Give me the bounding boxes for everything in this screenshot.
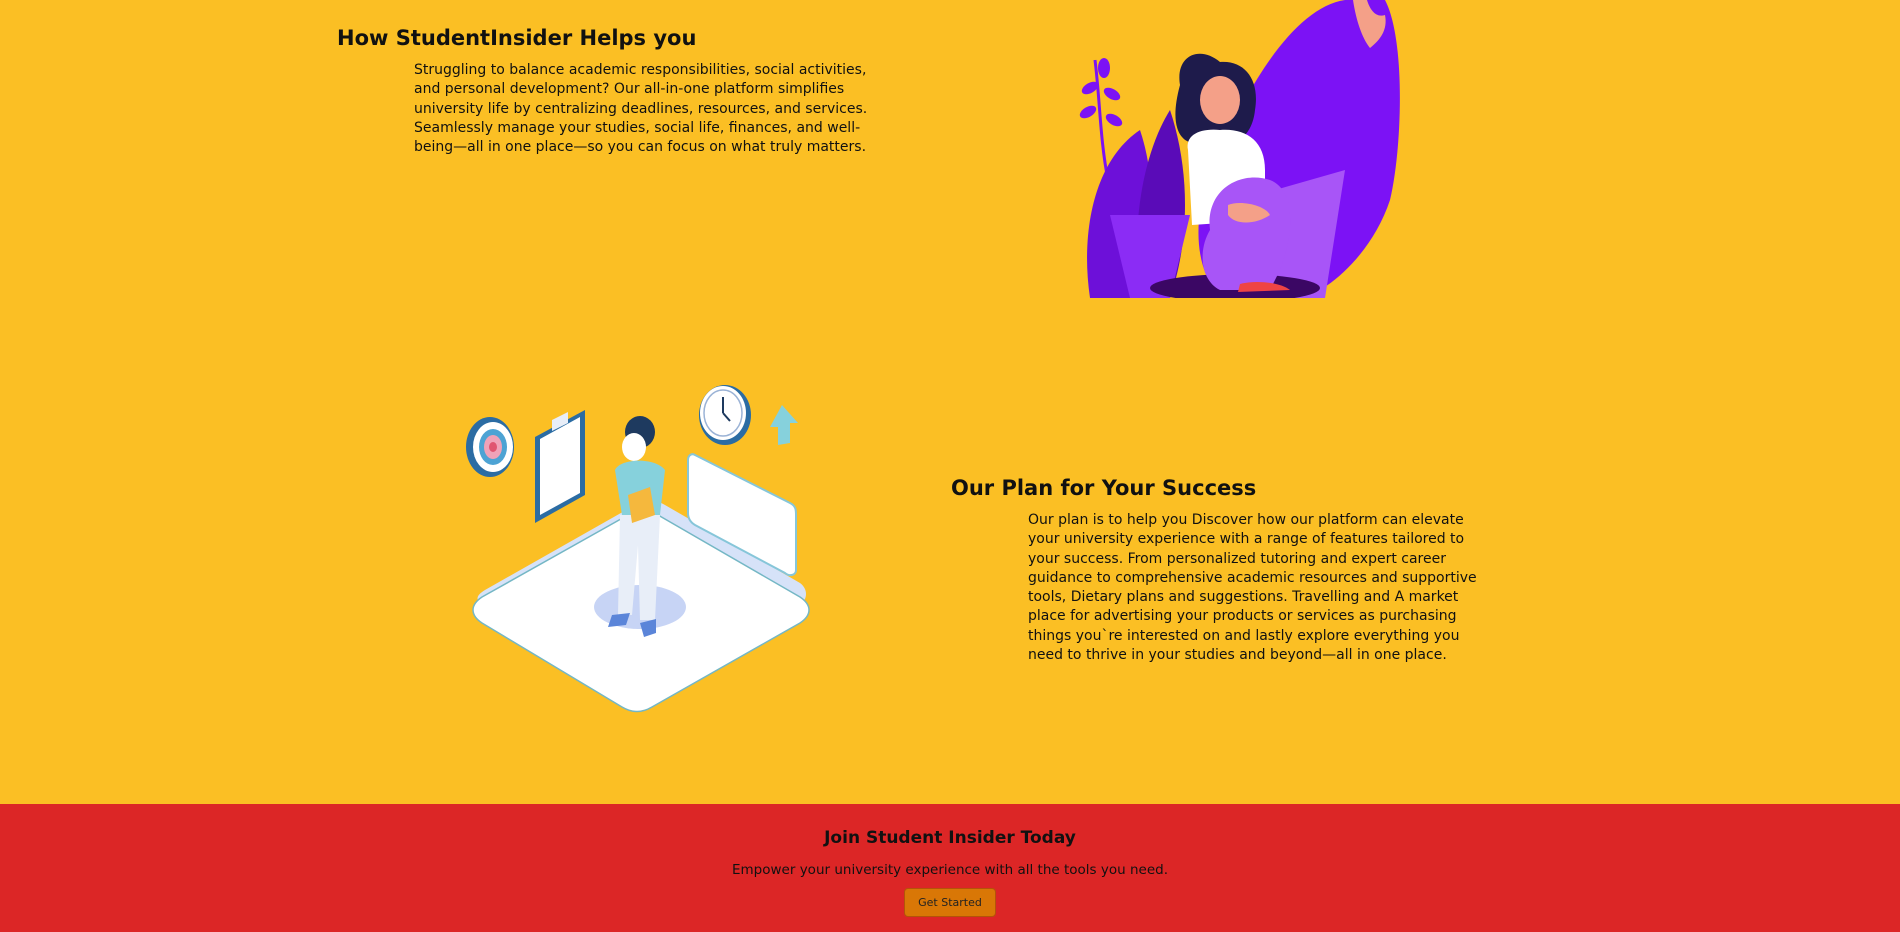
plan-description: Our plan is to help you Discover how our… bbox=[1028, 512, 1477, 664]
help-heading: How StudentInsider Helps you bbox=[337, 26, 697, 50]
plan-section: Our Plan for Your Success Our plan is to… bbox=[0, 330, 1900, 804]
plan-heading: Our Plan for Your Success bbox=[951, 476, 1257, 500]
cta-heading: Join Student Insider Today bbox=[824, 828, 1076, 848]
help-description: Struggling to balance academic responsib… bbox=[414, 62, 868, 156]
help-section: How StudentInsider Helps you Struggling … bbox=[0, 0, 1900, 330]
cta-subtitle: Empower your university experience with … bbox=[732, 862, 1168, 878]
get-started-button[interactable]: Get Started bbox=[904, 888, 996, 917]
cta-section: Join Student Insider Today Empower your … bbox=[0, 804, 1900, 932]
woman-sitting-illustration bbox=[1079, 0, 1400, 298]
student-planning-illustration bbox=[466, 385, 810, 713]
